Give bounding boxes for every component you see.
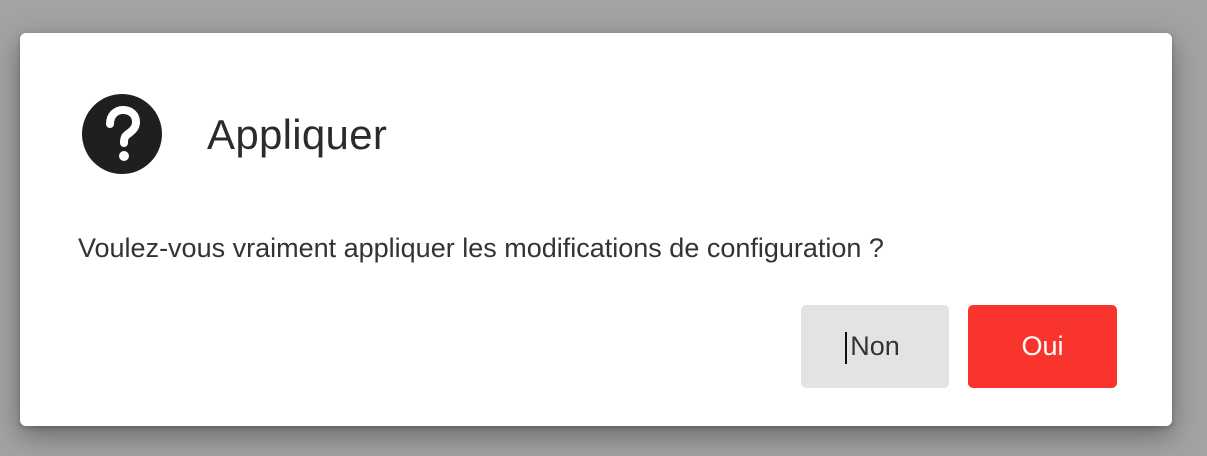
dialog-title: Appliquer (207, 111, 388, 158)
no-button-label: Non (850, 331, 900, 361)
no-button[interactable]: Non (801, 305, 949, 388)
dialog-message: Voulez-vous vraiment appliquer les modif… (78, 233, 884, 263)
question-circle-icon (82, 94, 162, 174)
yes-button-label: Oui (1021, 331, 1064, 361)
yes-button[interactable]: Oui (968, 305, 1117, 388)
confirmation-dialog: Appliquer Voulez-vous vraiment appliquer… (20, 33, 1172, 426)
text-cursor (845, 332, 847, 364)
